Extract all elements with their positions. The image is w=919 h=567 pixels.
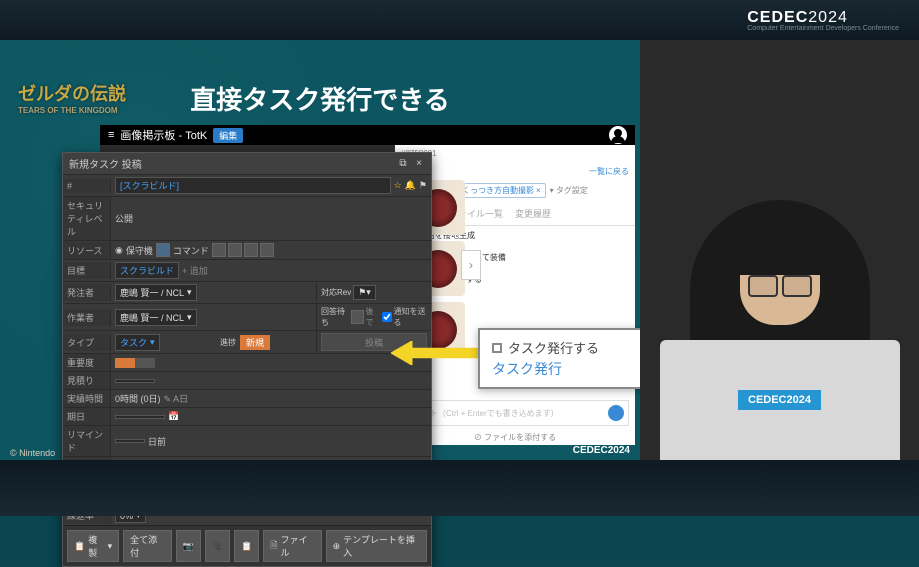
close-icon[interactable]: × <box>536 186 541 195</box>
cedec-watermark: CEDEC2024 <box>573 445 630 456</box>
star-icon[interactable]: ☆ <box>394 180 402 191</box>
actual-value: 0時間 (0日) <box>115 392 161 405</box>
resource-tab-1[interactable]: 保守機 <box>126 244 153 257</box>
app-title: 画像掲示板 - TotK <box>120 127 207 143</box>
reply-value[interactable]: 後で <box>366 306 380 328</box>
flag-icon[interactable]: ⚑ <box>419 180 427 191</box>
dialog-title: 新規タスク 投稿 <box>69 156 142 171</box>
security-label: セキュリティレベル <box>63 197 111 240</box>
orderer-label: 発注者 <box>63 284 111 301</box>
remind-label: リマインド <box>63 426 111 456</box>
video-icon[interactable]: 🎥 <box>205 530 230 562</box>
logo-year: 2024 <box>808 9 848 26</box>
file-button[interactable]: 🗎ファイル <box>263 530 321 562</box>
copyright: © Nintendo <box>10 448 55 458</box>
rev-dropdown[interactable]: ⚑▾ <box>353 285 376 300</box>
callout-box: タスク発行する タスク発行 <box>478 328 653 389</box>
resource-label: リソース <box>63 242 111 259</box>
logo-text: CEDEC <box>747 9 808 26</box>
hamburger-icon[interactable]: ≡ <box>108 129 114 141</box>
duedate-label: 期日 <box>63 408 111 425</box>
priority-label: 重要度 <box>63 354 111 371</box>
bell-icon[interactable]: 🔔 <box>405 180 416 191</box>
laptop-sticker: CEDEC2024 <box>738 390 821 410</box>
comment-input[interactable]: コメント（Ctrl + Enterでも書き込めます） <box>401 400 629 426</box>
rev-label: 対応Rev <box>321 287 351 298</box>
title-input[interactable]: [スクラビルド] <box>115 177 391 194</box>
notify-checkbox[interactable]: 通知を送る <box>382 306 428 328</box>
copy-button[interactable]: 📋複製▾ <box>67 530 119 562</box>
estimate-label: 見積り <box>63 372 111 389</box>
type-label: タイプ <box>63 334 111 351</box>
slide-area: ゼルダの伝説 TEARS OF THE KINGDOM 直接タスク発行できる ≡… <box>0 40 640 460</box>
target-label: 目標 <box>63 262 111 279</box>
checkbox-icon <box>492 343 502 353</box>
conference-topbar: CEDEC2024 Computer Entertainment Develop… <box>0 0 919 40</box>
send-icon[interactable] <box>608 405 624 421</box>
radio-icon[interactable]: ◉ <box>115 245 123 256</box>
chevron-right-icon[interactable]: › <box>461 250 481 280</box>
reply-label: 回答待ち <box>321 306 349 328</box>
tab-history[interactable]: 変更履歴 <box>515 204 551 225</box>
tool-icon[interactable] <box>244 243 258 257</box>
tool-icon[interactable] <box>212 243 226 257</box>
edit-icon[interactable]: ✎ A日 <box>164 392 189 405</box>
estimate-input[interactable] <box>115 379 155 383</box>
close-icon[interactable]: × <box>413 158 425 170</box>
laptop: CEDEC2024 <box>660 340 900 460</box>
duedate-input[interactable] <box>115 415 165 419</box>
popout-icon[interactable]: ⧉ <box>397 158 409 170</box>
remind-input[interactable] <box>115 439 145 443</box>
worker-dropdown[interactable]: 鹿嶋 賢一 / NCL ▾ <box>115 309 197 326</box>
speaker-video: CEDEC2024 <box>640 40 919 460</box>
app-titlebar: ≡ 画像掲示板 - TotK 編集 <box>100 125 635 145</box>
logo-subtitle: Computer Entertainment Developers Confer… <box>747 25 899 32</box>
security-value[interactable]: 公開 <box>111 210 431 227</box>
hash-label: # <box>63 179 111 193</box>
tool-icon[interactable] <box>228 243 242 257</box>
attach-all-button[interactable]: 全て添付 <box>123 530 172 562</box>
worker-label: 作業者 <box>63 309 111 326</box>
target-dropdown[interactable]: スクラビルド <box>115 262 179 279</box>
tag-config[interactable]: ▾ タグ設定 <box>550 185 588 196</box>
callout-text-2: タスク発行 <box>492 359 639 379</box>
callout-text-1: タスク発行する <box>508 338 599 357</box>
title-badge[interactable]: 編集 <box>213 128 243 143</box>
reply-icon[interactable] <box>351 310 364 324</box>
resource-tab-2[interactable] <box>156 243 170 257</box>
orderer-dropdown[interactable]: 鹿嶋 賢一 / NCL ▾ <box>115 284 197 301</box>
calendar-icon[interactable]: 📅 <box>168 411 179 422</box>
template-button[interactable]: ⊕テンプレートを挿入 <box>326 530 427 562</box>
back-link[interactable]: 一覧に戻る <box>589 166 629 177</box>
clipboard-icon[interactable]: 📋 <box>234 530 259 562</box>
priority-slider[interactable] <box>115 358 155 368</box>
main-content: ゼルダの伝説 TEARS OF THE KINGDOM 直接タスク発行できる ≡… <box>0 40 919 460</box>
camera-icon[interactable]: 📷 <box>176 530 201 562</box>
type-dropdown[interactable]: タスク ▾ <box>115 334 160 351</box>
actual-label: 実績時間 <box>63 390 111 407</box>
remind-suffix: 日前 <box>148 435 166 448</box>
add-target-button[interactable]: + 追加 <box>182 264 208 277</box>
progress-value[interactable]: 新規 <box>240 335 270 350</box>
progress-label: 進捗 <box>220 337 236 348</box>
conference-bottombar <box>0 460 919 516</box>
user-avatar-icon[interactable] <box>609 126 627 144</box>
tool-icon[interactable] <box>260 243 274 257</box>
slide-title: 直接タスク発行できる <box>0 80 640 117</box>
